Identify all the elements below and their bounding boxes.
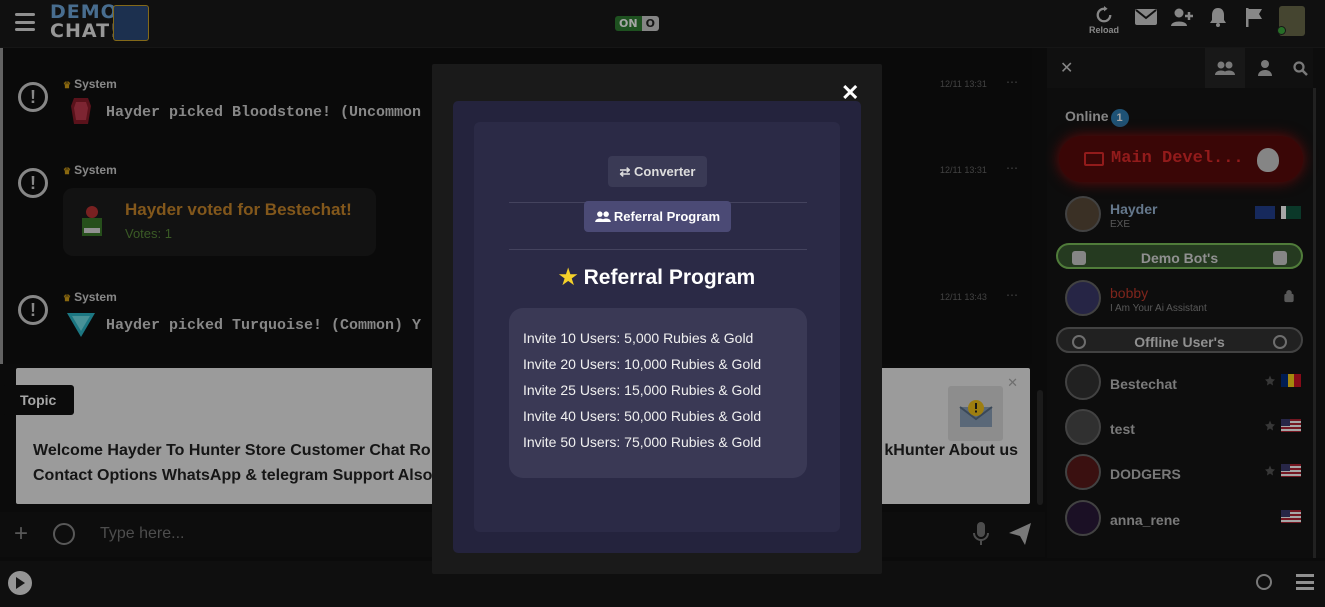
referral-title: ★ Referral Program — [474, 265, 840, 290]
reward-item: Invite 10 Users: 5,000 Rubies & Gold — [523, 330, 754, 346]
rewards-list: Invite 10 Users: 5,000 Rubies & Gold Inv… — [509, 308, 807, 478]
referral-program-tab[interactable]: Referral Program — [584, 201, 731, 232]
modal-panel: ⇄ Converter Referral Program ★ Referral P… — [453, 101, 861, 553]
referral-modal: ✕ ⇄ Converter Referral Program ★ Referral… — [432, 64, 882, 574]
exchange-icon: ⇄ — [619, 163, 635, 179]
converter-button[interactable]: ⇄ Converter — [608, 156, 707, 187]
reward-item: Invite 50 Users: 75,000 Rubies & Gold — [523, 434, 762, 450]
star-icon: ★ — [558, 266, 578, 289]
reward-item: Invite 20 Users: 10,000 Rubies & Gold — [523, 356, 762, 372]
reward-item: Invite 40 Users: 50,000 Rubies & Gold — [523, 408, 762, 424]
referral-tab-label: Referral Program — [613, 209, 721, 224]
referral-title-text: Referral Program — [583, 266, 756, 289]
reward-item: Invite 25 Users: 15,000 Rubies & Gold — [523, 382, 762, 398]
users-icon — [595, 211, 611, 222]
converter-label: Converter — [634, 163, 696, 179]
divider — [509, 249, 807, 250]
modal-content: ⇄ Converter Referral Program ★ Referral P… — [474, 122, 840, 532]
